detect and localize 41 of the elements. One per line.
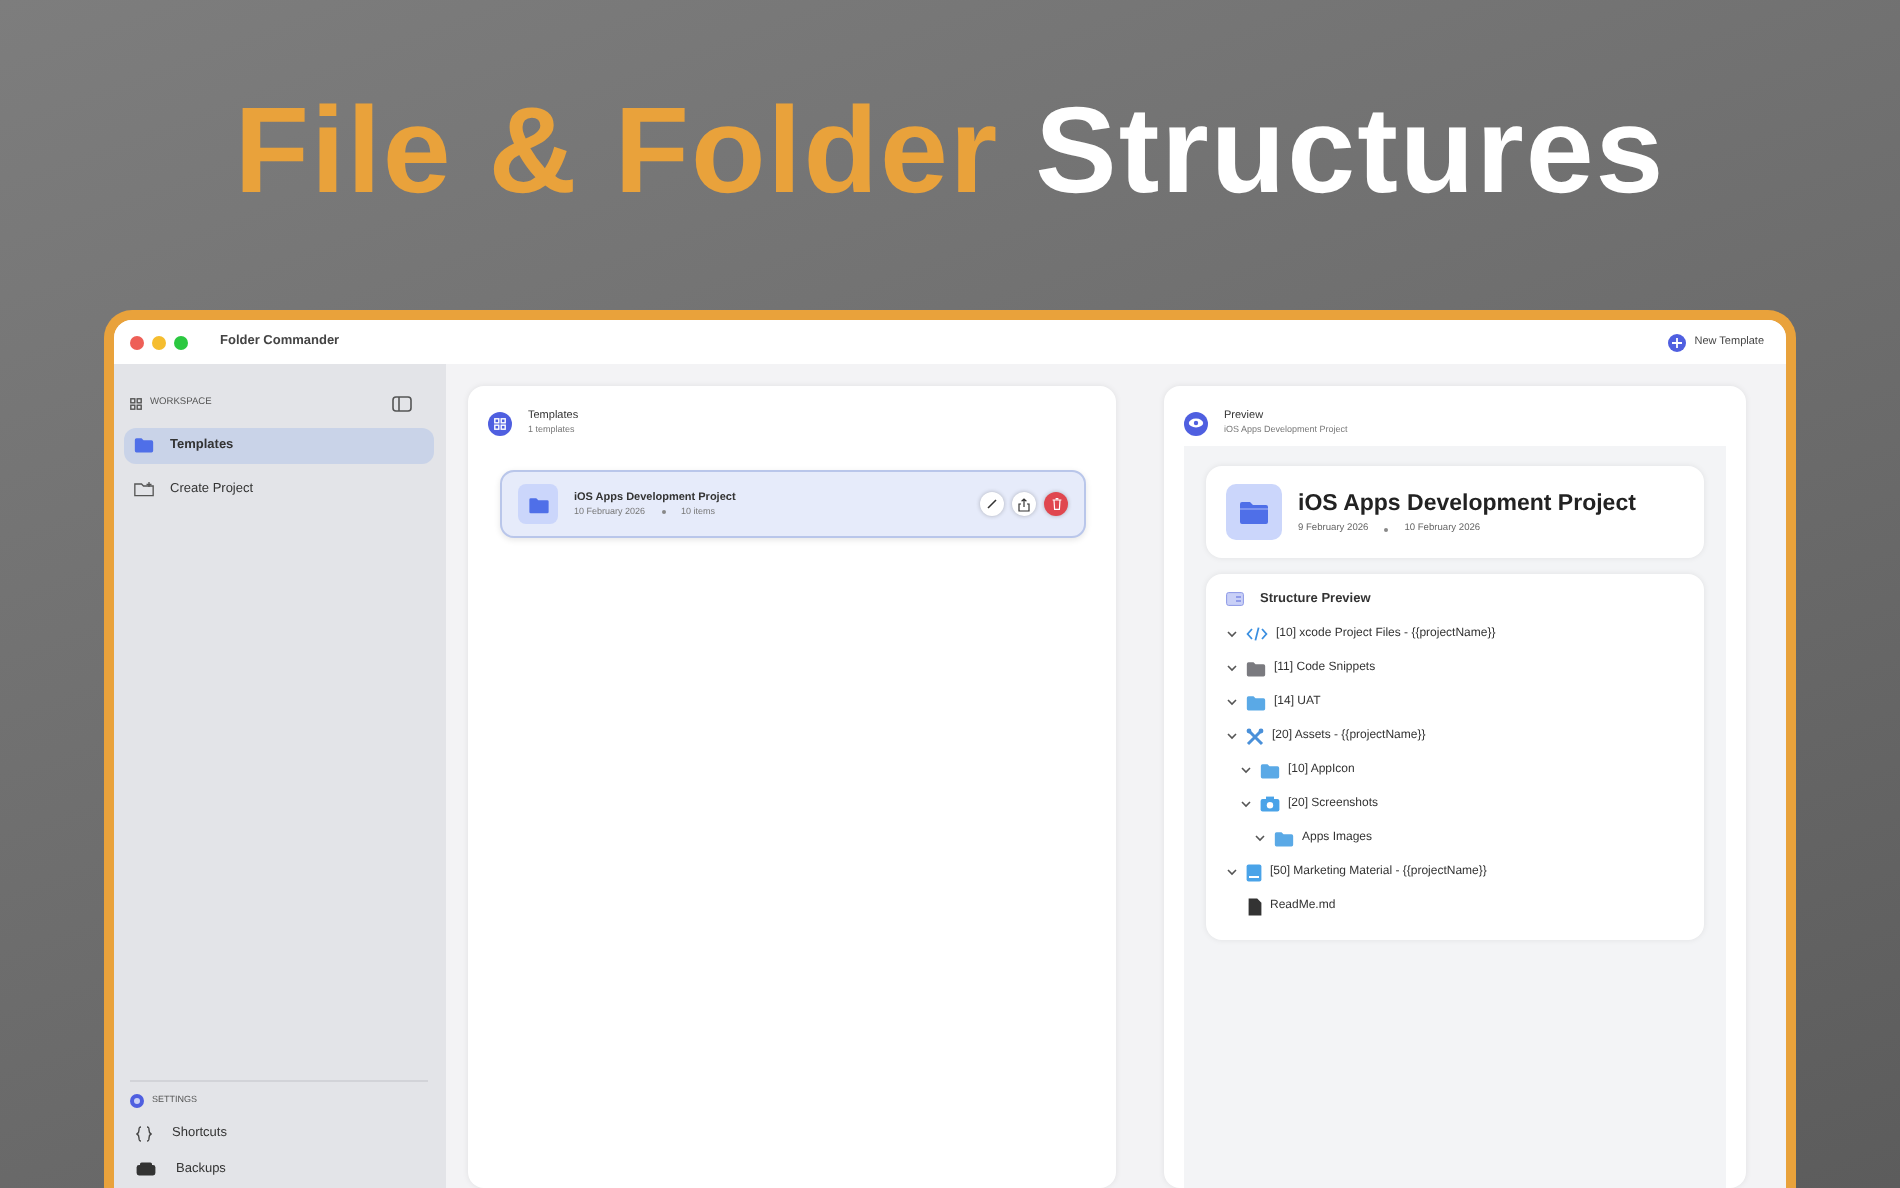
share-button[interactable] (1012, 492, 1036, 516)
folder-icon (134, 436, 154, 455)
separator-dot (661, 510, 666, 515)
delete-button[interactable] (1044, 492, 1068, 516)
folder-icon (1226, 484, 1282, 540)
pencil-icon (986, 498, 998, 510)
project-name: iOS Apps Development Project (1298, 489, 1636, 520)
camera-icon (1260, 796, 1280, 813)
separator-dot (1384, 527, 1389, 532)
headline-text: File & Folder (234, 82, 1000, 218)
share-icon (1018, 497, 1030, 511)
eye-icon (1184, 411, 1208, 435)
code-icon (1246, 626, 1268, 643)
drive-icon (136, 1162, 156, 1177)
chevron-down-icon[interactable] (1226, 730, 1238, 743)
braces-icon (136, 1125, 152, 1142)
sidebar-toggle-icon[interactable] (392, 396, 412, 412)
folder-icon (1246, 659, 1266, 678)
headline-text: Structures (1035, 82, 1666, 218)
list-icon (1226, 592, 1244, 607)
chevron-down-icon[interactable] (1226, 628, 1238, 641)
grid-icon (488, 411, 512, 435)
folder-icon (1260, 761, 1280, 780)
book-icon (1246, 863, 1262, 882)
chevron-down-icon[interactable] (1226, 662, 1238, 675)
folder-icon (1274, 829, 1294, 848)
folder-icon (1246, 693, 1266, 712)
close-button[interactable] (130, 335, 144, 349)
chevron-down-icon[interactable] (1240, 764, 1252, 777)
chevron-down-icon[interactable] (1226, 696, 1238, 709)
chevron-down-icon[interactable] (1240, 798, 1252, 811)
trash-icon (1051, 498, 1061, 510)
document-icon (1248, 897, 1262, 916)
chevron-down-icon[interactable] (1226, 866, 1238, 879)
edit-button[interactable] (980, 492, 1004, 516)
settings-icon (130, 1094, 144, 1108)
folder-plus-icon (134, 480, 154, 499)
folder-icon (518, 484, 558, 524)
plus-icon (1668, 333, 1687, 351)
chevron-down-icon[interactable] (1254, 832, 1266, 845)
grid-icon (130, 398, 142, 410)
